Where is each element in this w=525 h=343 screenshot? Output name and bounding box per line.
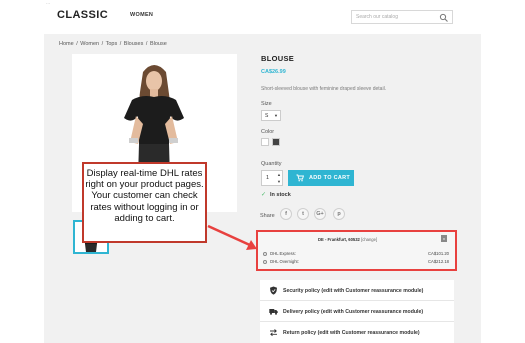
color-label: Color: [261, 129, 275, 135]
share-label: Share: [260, 213, 275, 219]
facebook-icon[interactable]: f: [280, 208, 292, 220]
size-value: S: [265, 113, 269, 119]
chevron-down-icon[interactable]: ▼: [277, 179, 281, 184]
dhl-location-text: DE - Frankfurt, 60532: [318, 237, 360, 242]
dhl-option-overnight[interactable]: DHL Overnight: CA$212.18: [263, 259, 449, 264]
checkmark-icon: ✓: [261, 192, 267, 198]
promo-callout: Display real-time DHL rates right on you…: [82, 162, 207, 243]
chevron-down-icon: ▼: [274, 113, 278, 118]
reassurance-security: Security policy (edit with Customer reas…: [260, 280, 454, 301]
color-swatch-black[interactable]: [272, 138, 280, 146]
top-marker: ...: [46, 0, 51, 6]
reassurance-text: Return policy (edit with Customer reassu…: [283, 330, 420, 336]
truck-icon: [269, 309, 278, 315]
dhl-option-price: CA$101.20: [428, 251, 449, 256]
swap-arrows-icon: [270, 329, 277, 337]
product-price: CA$26.99: [261, 69, 286, 75]
add-to-cart-button[interactable]: ADD TO CART: [288, 170, 354, 186]
radio-icon[interactable]: [263, 251, 267, 256]
reassurance-text: Delivery policy (edit with Customer reas…: [283, 309, 424, 315]
close-icon[interactable]: x: [441, 235, 447, 242]
shield-icon: [270, 286, 277, 295]
size-select[interactable]: S ▼: [261, 110, 281, 121]
reassurance-delivery: Delivery policy (edit with Customer reas…: [260, 301, 454, 322]
twitter-icon[interactable]: t: [297, 208, 309, 220]
dhl-rates-widget: DE - Frankfurt, 60532 [change] x DHL Exp…: [256, 230, 457, 271]
size-label: Size: [261, 101, 272, 107]
nav-item-women[interactable]: WOMEN: [130, 12, 153, 18]
search-icon[interactable]: [439, 13, 449, 23]
product-title: BLOUSE: [261, 54, 295, 63]
dhl-location: DE - Frankfurt, 60532 [change]: [318, 237, 377, 242]
dhl-option-price: CA$212.18: [428, 259, 449, 264]
search-input[interactable]: Search our catalog: [356, 14, 398, 20]
search-box[interactable]: Search our catalog: [351, 10, 453, 24]
dhl-option-name: DHL Express:: [270, 251, 296, 256]
store-logo[interactable]: CLASSIC: [57, 9, 108, 21]
reassurance-text: Security policy (edit with Customer reas…: [283, 288, 424, 294]
breadcrumb[interactable]: Home / Women / Tops / Blouses / Blouse: [59, 41, 167, 47]
stock-status: In stock: [270, 192, 291, 198]
dhl-change-link[interactable]: [change]: [361, 237, 377, 242]
quantity-stepper[interactable]: 1 ▲ ▼: [261, 170, 283, 186]
dhl-option-name: DHL Overnight:: [270, 259, 299, 264]
quantity-label: Quantity: [261, 161, 282, 167]
cart-icon: [296, 174, 304, 182]
dhl-option-express[interactable]: DHL Express: CA$101.20: [263, 251, 449, 256]
product-description: Short-sleeved blouse with feminine drape…: [261, 86, 387, 92]
chevron-up-icon[interactable]: ▲: [277, 172, 281, 177]
quantity-input[interactable]: 1: [266, 175, 269, 181]
pinterest-icon[interactable]: p: [333, 208, 345, 220]
radio-icon[interactable]: [263, 259, 267, 264]
add-to-cart-label: ADD TO CART: [309, 175, 351, 181]
reassurance-block: Security policy (edit with Customer reas…: [260, 280, 454, 343]
google-plus-icon[interactable]: G+: [314, 208, 326, 220]
color-swatch-white[interactable]: [261, 138, 269, 146]
reassurance-return: Return policy (edit with Customer reassu…: [260, 322, 454, 343]
arrow-icon: [207, 224, 257, 250]
